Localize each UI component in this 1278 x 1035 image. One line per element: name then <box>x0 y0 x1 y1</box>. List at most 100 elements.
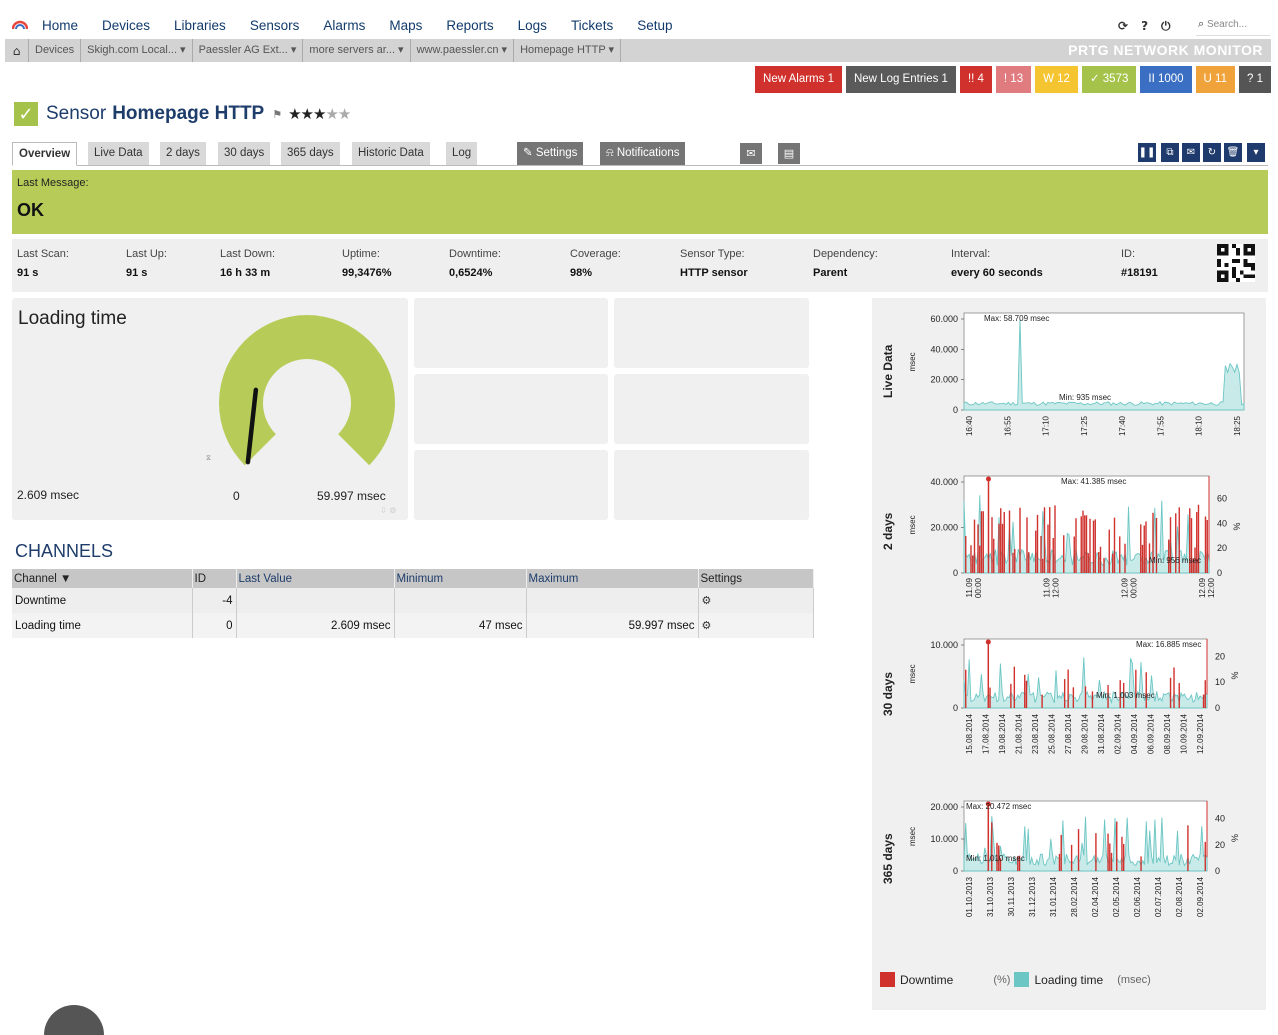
email-icon[interactable]: ✉ <box>1182 143 1200 162</box>
menu-item-maps[interactable]: Maps <box>389 18 422 33</box>
x-tick-label: 30.11.2013 <box>1007 876 1016 916</box>
channel-id: 0 <box>192 613 237 638</box>
menu-item-devices[interactable]: Devices <box>102 18 150 33</box>
alarm-badge[interactable]: New Alarms 1 <box>755 66 842 93</box>
channel-last <box>236 588 395 613</box>
breadcrumb-item[interactable]: Skigh.com Local... ▾ <box>81 39 193 62</box>
col-channel[interactable]: Channel ▼ <box>12 569 193 588</box>
help-icon[interactable]: ? <box>1141 19 1148 34</box>
floating-dock-button[interactable] <box>44 1005 104 1035</box>
menu-item-setup[interactable]: Setup <box>637 18 672 33</box>
tab-30-days[interactable]: 30 days <box>218 142 271 165</box>
scan-now-icon[interactable]: ↻ <box>1203 143 1221 162</box>
y2-tick-label: 20 <box>1217 543 1227 553</box>
alarm-badge[interactable]: !! 4 <box>959 66 992 93</box>
channel-name[interactable]: Loading time <box>12 613 193 638</box>
y2-axis-unit: % <box>1232 522 1242 530</box>
gear-icon[interactable]: ⚙ <box>698 613 814 638</box>
info-last-up: Last Up: 91 s <box>126 248 167 279</box>
breadcrumb-item[interactable]: Devices <box>29 39 82 62</box>
menu-item-logs[interactable]: Logs <box>518 18 547 33</box>
breadcrumb-item[interactable]: www.paessler.cn ▾ <box>411 39 515 62</box>
comment-icon[interactable]: ✉ <box>740 143 762 164</box>
menu-item-alarms[interactable]: Alarms <box>323 18 365 33</box>
y2-tick-label: 20 <box>1215 651 1225 661</box>
tab-365-days[interactable]: 365 days <box>281 142 340 165</box>
y-tick-label: 20.000 <box>930 375 958 385</box>
alarm-badge[interactable]: ? 1 <box>1239 66 1271 93</box>
info-label: Interval: <box>951 248 991 260</box>
y-tick-label: 60.000 <box>930 314 958 324</box>
gauge-max: 59.997 msec <box>317 489 386 503</box>
notifications-label: Notifications <box>616 147 680 159</box>
tab-live-data[interactable]: Live Data <box>88 142 149 165</box>
y-tick-label: 20.000 <box>930 523 958 533</box>
menu-item-tickets[interactable]: Tickets <box>571 18 613 33</box>
channel-id: -4 <box>192 588 237 613</box>
col-id[interactable]: ID <box>192 569 237 588</box>
gauge-panel: Loading time ⧖ 2.609 msec 0 59.997 msec … <box>12 298 408 520</box>
alarm-badge[interactable]: II 1000 <box>1140 66 1192 93</box>
toolbar-icons: ⟳ ? ⏻ <box>1118 19 1171 34</box>
x-tick-label: 31.10.2013 <box>986 876 995 917</box>
table-header: Channel ▼ ID Last Value Minimum Maximum … <box>12 569 814 588</box>
alarm-badge[interactable]: ! 13 <box>995 66 1032 93</box>
priority-stars[interactable]: ★★★★★ <box>288 105 351 123</box>
alarm-badge[interactable]: W 12 <box>1035 66 1078 93</box>
flag-icon[interactable]: ⚑ <box>272 108 282 121</box>
refresh-icon[interactable]: ⟳ <box>1118 19 1128 34</box>
tab-overview[interactable]: Overview <box>12 142 78 166</box>
downtime-swatch <box>880 972 895 987</box>
clone-icon[interactable]: ⧉ <box>1161 143 1179 162</box>
breadcrumb: ⌂ Devices Skigh.com Local... ▾ Paessler AG… <box>5 39 1271 62</box>
empty-gauge-slot <box>414 450 608 520</box>
col-minimum[interactable]: Minimum <box>394 569 527 588</box>
tab-historic-data[interactable]: Historic Data <box>352 142 430 165</box>
pin-icon[interactable]: ⇩ ⚙ <box>380 506 396 515</box>
prtg-logo-icon[interactable] <box>12 20 28 30</box>
notifications-button[interactable]: ⍾ Notifications <box>600 142 686 165</box>
legend-loading[interactable]: Loading time <box>1034 973 1103 987</box>
info-sensor-type: Sensor Type: HTTP sensor <box>680 248 748 279</box>
alarm-badge[interactable]: ✓ 3573 <box>1081 66 1137 93</box>
info-value: HTTP sensor <box>680 267 748 279</box>
legend-downtime[interactable]: Downtime <box>900 973 953 987</box>
col-last-value[interactable]: Last Value <box>236 569 395 588</box>
channel-name[interactable]: Downtime <box>12 588 193 613</box>
menu-item-reports[interactable]: Reports <box>446 18 493 33</box>
logout-icon[interactable]: ⏻ <box>1161 19 1171 34</box>
y2-tick-label: 0 <box>1217 568 1222 578</box>
alarm-badge[interactable]: U 11 <box>1195 66 1235 93</box>
stars-off: ★★ <box>325 105 351 123</box>
col-maximum[interactable]: Maximum <box>526 569 699 588</box>
channels-table: Channel ▼ ID Last Value Minimum Maximum … <box>12 569 814 638</box>
history-graphs[interactable]: 60.000 40.000 20.000 0 msec Max: 58.709 msec M… <box>872 298 1266 1010</box>
tab-2-days[interactable]: 2 days <box>160 142 206 165</box>
alarm-badge[interactable]: New Log Entries 1 <box>845 66 956 93</box>
breadcrumb-item[interactable]: Homepage HTTP ▾ <box>514 39 622 62</box>
gear-icon[interactable]: ⚙ <box>698 588 814 613</box>
y-tick-label: 0 <box>953 866 958 876</box>
search-input[interactable]: ⌕ Search... <box>1196 18 1270 36</box>
info-label: Dependency: <box>813 248 878 260</box>
menu-item-libraries[interactable]: Libraries <box>174 18 226 33</box>
pause-icon[interactable]: ❚❚ <box>1138 143 1156 162</box>
home-icon[interactable]: ⌂ <box>5 39 29 62</box>
y-axis-unit: msec <box>908 664 917 683</box>
delete-icon[interactable]: 🗑 <box>1224 143 1242 162</box>
min-annotation: Min: 956 msec <box>1149 556 1201 565</box>
gauge-scale-icon: ⧖ <box>206 454 211 462</box>
qr-code-icon[interactable] <box>1217 243 1255 283</box>
more-menu-icon[interactable]: ▾ <box>1247 143 1265 162</box>
breadcrumb-item[interactable]: Paessler AG Ext... ▾ <box>193 39 304 62</box>
document-icon[interactable]: ▤ <box>778 143 800 164</box>
alarm-counters: New Alarms 1 New Log Entries 1!! 4! 13 W 1… <box>755 66 1271 93</box>
menu-item-sensors[interactable]: Sensors <box>250 18 300 33</box>
menu-item-home[interactable]: Home <box>42 18 78 33</box>
info-label: Last Down: <box>220 248 276 260</box>
settings-button[interactable]: ✎ Settings <box>517 142 584 165</box>
empty-gauge-slot <box>614 298 809 368</box>
info-value[interactable]: Parent <box>813 267 878 279</box>
breadcrumb-item[interactable]: more servers ar... ▾ <box>303 39 411 62</box>
tab-log[interactable]: Log <box>446 142 478 165</box>
